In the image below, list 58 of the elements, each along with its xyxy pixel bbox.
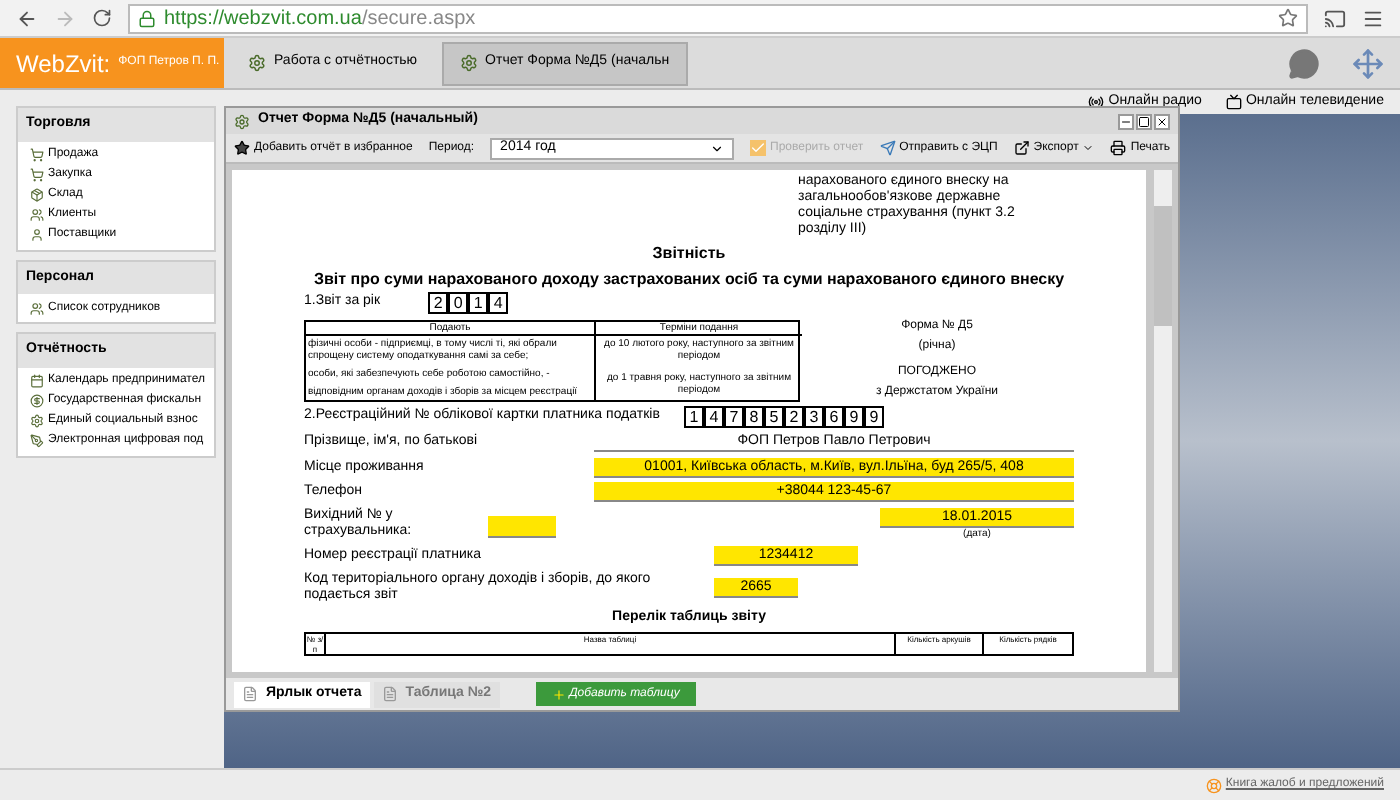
document-title: Звіт про суми нарахованого доходу застрахованих осіб та суми нарахованого єдиного внеску [311,270,1067,288]
menu-icon[interactable] [1362,7,1384,29]
digit-box: 1 [468,292,489,314]
address-field[interactable]: https://webzvit.com.ua/secure.aspx [128,3,1308,33]
digit-box: 9 [843,406,864,428]
check-icon [750,140,766,156]
document-heading: Звітність [650,242,728,266]
digit-box: 2 [428,292,449,314]
digit-box: 4 [488,292,509,314]
calendar-icon [30,374,44,388]
box-icon [30,188,44,202]
url-text: https://webzvit.com.ua/secure.aspx [164,5,476,33]
export-icon [1013,140,1030,156]
caret-icon [710,141,724,155]
digit-box: 0 [448,292,469,314]
digit-box: 7 [723,406,744,428]
radio-icon [1088,94,1105,110]
document-icon [242,686,258,702]
back-icon[interactable] [16,7,38,29]
printer-icon [1110,140,1127,156]
digit-box: 1 [683,406,704,428]
logo-text: WebZvit: [16,47,111,81]
digit-box: 2 [783,406,804,428]
cart-icon [30,168,44,182]
close-icon[interactable] [1154,113,1170,129]
gear-icon [459,54,478,72]
minimize-icon[interactable] [1118,113,1134,129]
maximize-icon[interactable] [1136,113,1152,129]
tv-icon [1225,94,1242,110]
digit-box: 6 [823,406,844,428]
cart-icon [30,148,44,162]
digit-box: 3 [803,406,824,428]
digit-box: 8 [743,406,764,428]
gear-icon [248,54,266,72]
digit-box: 5 [763,406,784,428]
digit-box: 9 [863,406,884,428]
cast-icon[interactable] [1324,7,1346,29]
star-icon [234,140,250,156]
input-field[interactable] [488,515,556,537]
send-icon [879,140,896,156]
digit-box: 4 [703,406,724,428]
gear-icon [234,113,250,129]
document-icon [381,686,398,702]
chat-icon[interactable] [1288,47,1320,79]
coin-icon [30,394,44,408]
people-icon [30,208,44,222]
scrollbar[interactable] [1154,170,1172,672]
lifebuoy-icon [1205,777,1222,793]
people-icon [30,301,44,315]
plus-icon [551,687,566,701]
caret-icon [1082,142,1095,154]
pen-icon [30,434,44,448]
move-icon[interactable] [1352,47,1384,79]
reload-icon[interactable] [92,8,112,28]
gear-icon [30,414,44,428]
lock-icon [138,9,156,27]
person-icon [30,228,44,242]
bookmark-star-icon[interactable] [1278,8,1298,28]
